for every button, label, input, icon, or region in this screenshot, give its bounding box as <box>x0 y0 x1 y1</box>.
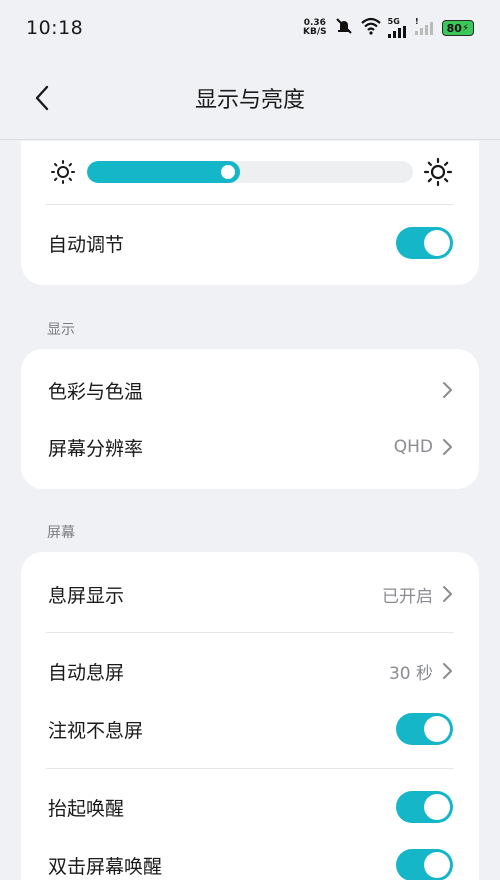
brightness-slider[interactable] <box>87 161 413 183</box>
brightness-slider-thumb[interactable] <box>221 165 236 179</box>
chevron-right-icon <box>443 439 452 455</box>
double-tap-wake-row[interactable]: 双击屏幕唤醒 <box>21 837 479 880</box>
network-speed-unit: KB/S <box>303 27 327 37</box>
divider <box>46 632 454 633</box>
screen-resolution-row[interactable]: 屏幕分辨率 QHD <box>21 419 479 475</box>
chevron-left-icon <box>35 85 49 111</box>
auto-brightness-label: 自动调节 <box>48 233 125 256</box>
display-card: 色彩与色温 屏幕分辨率 QHD <box>21 349 479 489</box>
brightness-high-icon <box>423 157 453 191</box>
chevron-right-icon <box>443 586 452 602</box>
screen-resolution-label: 屏幕分辨率 <box>48 437 144 460</box>
always-on-display-label: 息屏显示 <box>48 584 125 607</box>
color-temperature-label: 色彩与色温 <box>48 380 144 403</box>
network-speed: 0.36 KB/S <box>303 19 327 37</box>
divider <box>46 204 454 205</box>
double-tap-wake-label: 双击屏幕唤醒 <box>48 855 163 878</box>
section-title-screen: 屏幕 <box>47 525 75 541</box>
brightness-slider-fill <box>87 161 241 183</box>
page-title: 显示与亮度 <box>194 87 305 113</box>
cellular-5g-icon: 5G <box>387 17 408 38</box>
toggle-knob <box>424 230 450 256</box>
double-tap-wake-toggle[interactable] <box>396 849 453 880</box>
auto-screen-off-label: 自动息屏 <box>48 661 125 684</box>
section-title-display: 显示 <box>47 322 75 338</box>
mute-bell-icon <box>334 16 354 40</box>
network-type: 5G <box>387 17 400 26</box>
raise-to-wake-toggle[interactable] <box>396 791 453 823</box>
raise-to-wake-label: 抬起唤醒 <box>48 797 125 820</box>
chevron-right-icon <box>443 663 452 679</box>
status-bar: 10:18 0.36 KB/S 5G ! 80 ⚡ <box>0 0 500 56</box>
toggle-knob <box>424 852 450 878</box>
auto-brightness-row[interactable]: 自动调节 <box>21 215 479 271</box>
raise-to-wake-row[interactable]: 抬起唤醒 <box>21 779 479 835</box>
svg-text:!: ! <box>415 17 419 26</box>
brightness-low-icon <box>50 159 76 189</box>
always-on-display-value: 已开启 <box>382 586 433 607</box>
auto-screen-off-row[interactable]: 自动息屏 30 秒 <box>21 643 479 699</box>
status-icons: 0.36 KB/S 5G ! 80 ⚡ <box>303 16 474 40</box>
screen-card: 息屏显示 已开启 自动息屏 30 秒 注视不息屏 抬起唤醒 双击屏幕唤醒 <box>21 552 479 880</box>
attention-aware-label: 注视不息屏 <box>48 719 144 742</box>
color-temperature-row[interactable]: 色彩与色温 <box>21 362 479 418</box>
battery-indicator: 80 ⚡ <box>441 20 474 36</box>
page-header: 显示与亮度 <box>0 56 500 140</box>
attention-aware-toggle[interactable] <box>396 713 453 745</box>
auto-screen-off-value: 30 秒 <box>388 663 433 684</box>
toggle-knob <box>424 716 450 742</box>
status-time: 10:18 <box>26 17 84 39</box>
auto-brightness-toggle[interactable] <box>396 227 453 259</box>
brightness-card: 自动调节 <box>21 141 479 285</box>
charging-bolt-icon: ⚡ <box>461 22 469 34</box>
always-on-display-row[interactable]: 息屏显示 已开启 <box>21 566 479 622</box>
divider <box>46 768 454 769</box>
wifi-icon <box>360 17 381 39</box>
chevron-right-icon <box>443 382 452 398</box>
cellular-signal-weak-icon: ! <box>414 17 435 39</box>
screen-resolution-value: QHD <box>393 437 433 457</box>
toggle-knob <box>424 794 450 820</box>
back-button[interactable] <box>34 84 58 112</box>
attention-aware-row[interactable]: 注视不息屏 <box>21 701 479 757</box>
